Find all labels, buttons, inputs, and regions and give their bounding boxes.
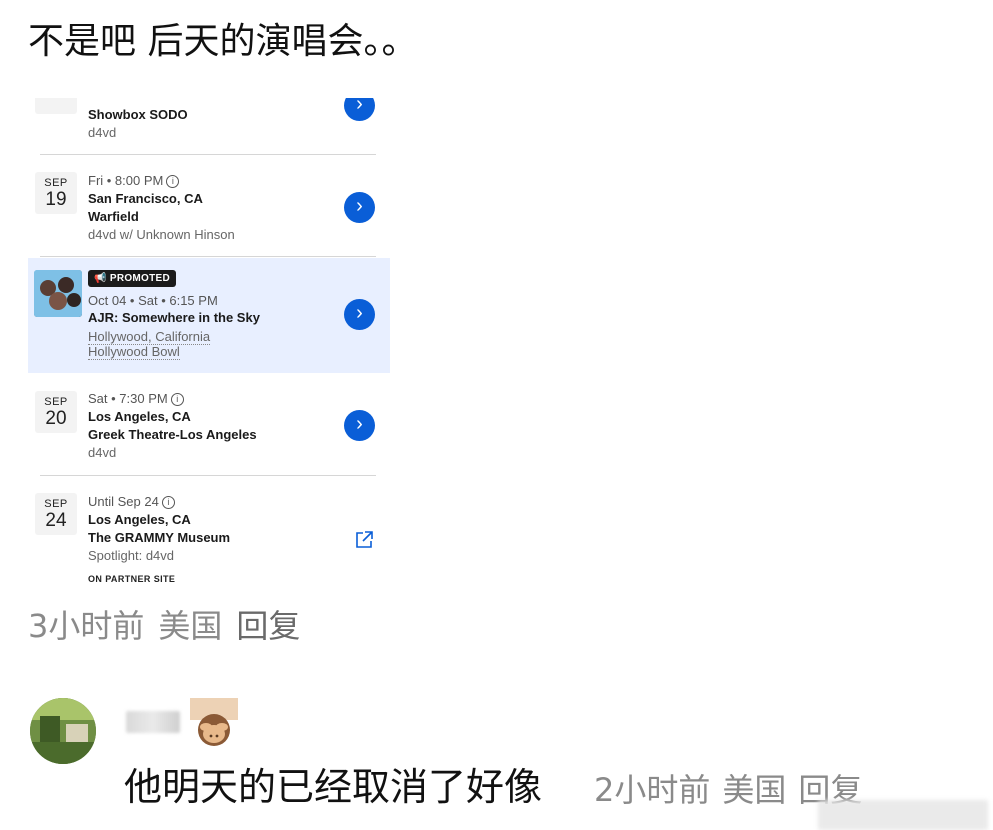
event-city: Los Angeles, CA	[88, 409, 191, 424]
megaphone-icon: 📢	[94, 273, 107, 284]
event-city: San Francisco, CA	[88, 191, 203, 206]
date-box: SEP 20	[35, 391, 77, 433]
post-location: 美国	[158, 607, 223, 645]
event-venue: Greek Theatre-Los Angeles	[88, 427, 257, 442]
location-link[interactable]: Hollywood, California	[88, 329, 211, 345]
info-icon[interactable]: i	[166, 175, 180, 188]
post-time: 3小时前	[28, 607, 145, 645]
chevron-right-icon[interactable]: ›	[344, 192, 375, 223]
promoted-label: PROMOTED	[109, 273, 171, 284]
event-meta: Fri • 8:00 PM i	[88, 173, 180, 188]
event-venue: The GRAMMY Museum	[88, 530, 231, 545]
date-day: 24	[45, 510, 67, 531]
embedded-event-list-screenshot: Showbox SODO d4vd › SEP 19 Fri • 8:00 PM…	[28, 98, 390, 596]
divider	[40, 475, 376, 476]
watermark-blur	[818, 800, 988, 830]
date-box-partial	[35, 98, 77, 114]
event-lineup: Spotlight: d4vd	[88, 548, 175, 563]
info-icon[interactable]: i	[161, 496, 175, 509]
event-datetime: Sat • 7:30 PM	[88, 391, 168, 406]
username-blurred[interactable]	[126, 711, 180, 733]
date-day: 20	[45, 408, 67, 429]
event-title[interactable]: AJR: Somewhere in the Sky	[88, 310, 260, 325]
promoted-thumbnail[interactable]	[34, 270, 82, 317]
divider	[40, 154, 376, 155]
event-location[interactable]: Hollywood, California	[88, 329, 211, 345]
event-venue: Warfield	[88, 209, 139, 224]
reply-text: 他明天的已经取消了好像	[124, 765, 543, 809]
event-artist: d4vd	[88, 125, 117, 140]
partner-site-label: ON PARTNER SITE	[88, 574, 176, 584]
event-venue[interactable]: Hollywood Bowl	[88, 344, 180, 360]
date-day: 19	[45, 189, 67, 210]
see-no-evil-monkey-icon	[190, 698, 238, 748]
chevron-right-icon[interactable]: ›	[344, 410, 375, 441]
event-meta: Until Sep 24 i	[88, 494, 175, 509]
event-venue: Showbox SODO	[88, 107, 188, 122]
event-datetime: Fri • 8:00 PM	[88, 173, 164, 188]
promoted-badge: 📢 PROMOTED	[88, 270, 177, 287]
date-month: SEP	[44, 177, 68, 189]
chevron-right-icon[interactable]: ›	[344, 299, 375, 330]
reply-time: 2小时前	[594, 771, 711, 809]
comment-text: 不是吧 后天的演唱会。。	[28, 21, 418, 62]
event-lineup: d4vd	[88, 445, 117, 460]
date-month: SEP	[44, 498, 68, 510]
divider	[40, 256, 376, 257]
date-box: SEP 19	[35, 172, 77, 214]
date-box: SEP 24	[35, 493, 77, 535]
post-meta: 3小时前 美国 回复	[28, 604, 314, 648]
external-link-icon[interactable]	[354, 530, 374, 550]
event-meta: Sat • 7:30 PM i	[88, 391, 184, 406]
venue-link[interactable]: Hollywood Bowl	[88, 344, 180, 360]
event-city: Los Angeles, CA	[88, 512, 191, 527]
info-icon[interactable]: i	[170, 393, 184, 406]
event-lineup: d4vd w/ Unknown Hinson	[88, 227, 235, 242]
avatar[interactable]	[30, 698, 96, 764]
chevron-right-icon[interactable]: ›	[344, 98, 375, 121]
reply-location: 美国	[722, 771, 787, 809]
date-month: SEP	[44, 396, 68, 408]
reply-button[interactable]: 回复	[236, 607, 300, 645]
event-datetime: Oct 04 • Sat • 6:15 PM	[88, 293, 218, 308]
event-datetime: Until Sep 24	[88, 494, 159, 509]
